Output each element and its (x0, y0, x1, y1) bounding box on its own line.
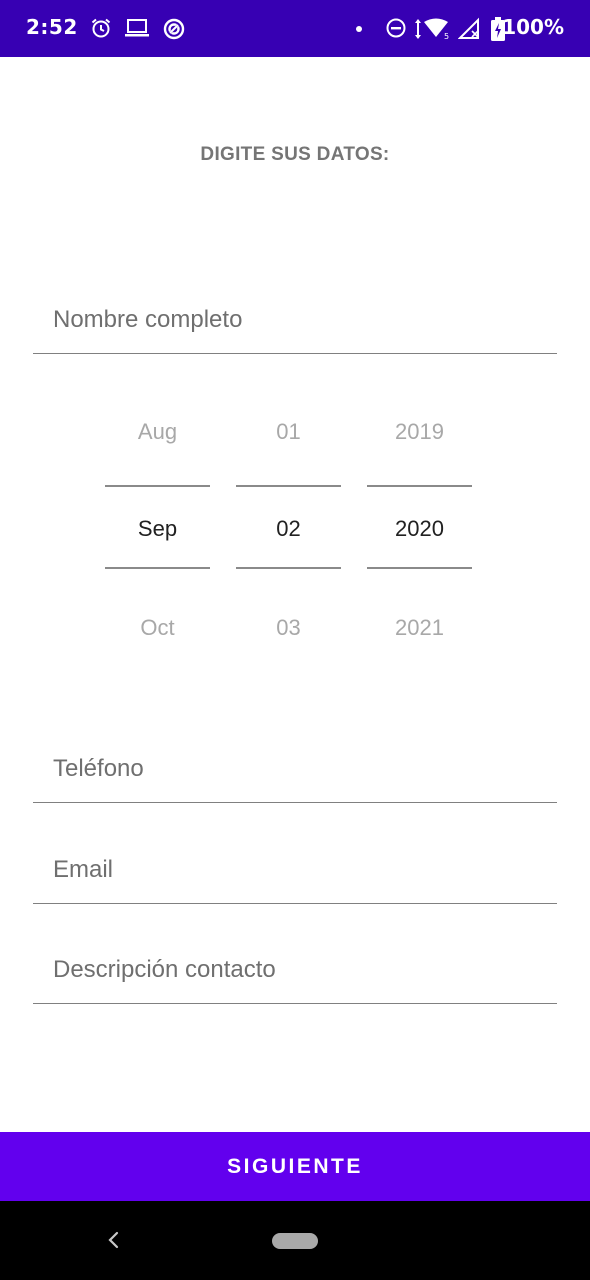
description-input[interactable] (53, 953, 533, 987)
day-divider-bottom (236, 567, 341, 569)
month-divider-top (105, 485, 210, 487)
month-divider-bottom (105, 567, 210, 569)
signal-icon (458, 17, 479, 39)
day-divider-top (236, 485, 341, 487)
dot-icon (356, 26, 362, 32)
day-picker[interactable]: 01 02 03 (236, 395, 341, 655)
year-prev[interactable]: 2019 (367, 419, 472, 445)
phone-input[interactable] (53, 752, 533, 786)
page-title: DIGITE SUS DATOS: (200, 144, 390, 165)
home-pill-icon[interactable] (272, 1233, 318, 1249)
description-field[interactable] (33, 943, 557, 1004)
email-field[interactable] (33, 843, 557, 904)
year-divider-top (367, 485, 472, 487)
full-name-field[interactable] (33, 293, 557, 354)
month-picker[interactable]: Aug Sep Oct (105, 395, 210, 655)
svg-text:5: 5 (444, 32, 449, 41)
day-current[interactable]: 02 (236, 516, 341, 542)
status-bar: 2:52 5 100% (0, 0, 590, 57)
back-icon[interactable] (104, 1228, 124, 1252)
day-next[interactable]: 03 (236, 615, 341, 641)
wifi-icon: 5 (415, 18, 449, 41)
day-prev[interactable]: 01 (236, 419, 341, 445)
year-next[interactable]: 2021 (367, 615, 472, 641)
do-not-disturb-icon (386, 18, 406, 38)
phone-field[interactable] (33, 742, 557, 803)
month-prev[interactable]: Aug (105, 419, 210, 445)
year-current[interactable]: 2020 (367, 516, 472, 542)
email-input[interactable] (53, 853, 533, 887)
month-next[interactable]: Oct (105, 615, 210, 641)
navigation-bar (0, 1201, 590, 1280)
year-picker[interactable]: 2019 2020 2021 (367, 395, 472, 655)
laptop-icon (125, 19, 149, 37)
next-button[interactable]: SIGUIENTE (0, 1132, 590, 1201)
year-divider-bottom (367, 567, 472, 569)
month-current[interactable]: Sep (105, 516, 210, 542)
alarm-icon (91, 18, 111, 38)
full-name-input[interactable] (53, 303, 533, 337)
battery-percentage: 100% (502, 15, 564, 39)
data-saver-icon (163, 18, 185, 40)
status-time: 2:52 (26, 15, 78, 39)
